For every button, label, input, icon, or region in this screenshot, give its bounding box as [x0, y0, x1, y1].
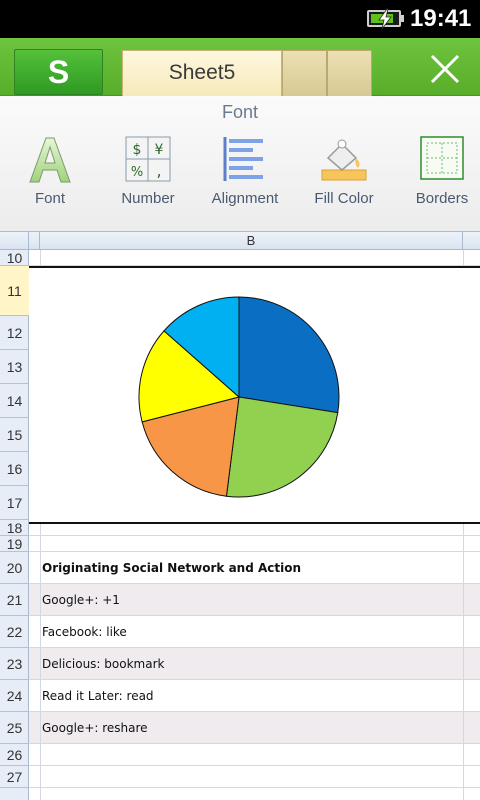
svg-text:,: ,: [156, 161, 161, 180]
table-row[interactable]: Facebook: like: [29, 616, 480, 648]
row-header-10[interactable]: 10: [0, 250, 29, 266]
row-header-27[interactable]: 27: [0, 766, 29, 788]
title-bar: S Sheet5: [0, 38, 480, 96]
row-header-26[interactable]: 26: [0, 744, 29, 766]
borders-tool-button[interactable]: Borders: [394, 134, 480, 218]
tab-sheet-other-1[interactable]: [282, 50, 327, 96]
app-menu-button[interactable]: S: [14, 49, 103, 95]
row-header-18[interactable]: 18: [0, 520, 29, 536]
font-tool-button[interactable]: Font: [2, 134, 98, 218]
row-header-13[interactable]: 13: [0, 350, 29, 384]
pie-slice-1: [238, 296, 340, 414]
select-all-corner[interactable]: [0, 232, 29, 250]
table-cell: Read it Later: read: [42, 689, 154, 703]
charging-bolt-icon: [378, 8, 392, 30]
pie-chart: [138, 296, 340, 498]
row-header-12[interactable]: 12: [0, 316, 29, 350]
number-tool-button[interactable]: $ ¥ % , Number: [100, 134, 196, 218]
alignment-icon: [223, 137, 263, 181]
number-tool-label: Number: [121, 190, 175, 207]
close-icon[interactable]: [425, 49, 465, 89]
column-header-b[interactable]: B: [40, 232, 463, 250]
row-header-20[interactable]: 20: [0, 552, 29, 584]
table-row[interactable]: [29, 766, 480, 788]
row-header-24[interactable]: 24: [0, 680, 29, 712]
row-header-21[interactable]: 21: [0, 584, 29, 616]
borders-tool-label: Borders: [415, 190, 469, 207]
table-row[interactable]: Google+: reshare: [29, 712, 480, 744]
font-tool-label: Font: [34, 190, 65, 207]
tab-sheet-other-2[interactable]: [327, 50, 372, 96]
fill-color-tool-button[interactable]: Fill Color: [296, 134, 392, 218]
table-row[interactable]: Read it Later: read: [29, 680, 480, 712]
borders-icon: [420, 136, 464, 180]
battery-tip: [401, 15, 404, 22]
panel-title: Font: [221, 102, 259, 122]
row-header-11[interactable]: 11: [0, 266, 29, 316]
status-clock: 19:41: [410, 5, 472, 32]
number-format-icon: $ ¥ % ,: [125, 136, 171, 182]
row-header-22[interactable]: 22: [0, 616, 29, 648]
svg-text:¥: ¥: [155, 142, 164, 158]
table-row[interactable]: [29, 744, 480, 766]
table-row[interactable]: Delicious: bookmark: [29, 648, 480, 680]
column-header-a[interactable]: [29, 232, 40, 250]
row-header-16[interactable]: 16: [0, 452, 29, 486]
table-cell: Google+: reshare: [42, 721, 148, 735]
table-cell: Google+: +1: [42, 593, 120, 607]
fill-color-icon: [321, 139, 367, 181]
table-row[interactable]: [29, 250, 480, 266]
fill-color-tool-label: Fill Color: [314, 190, 374, 207]
table-cell: Delicious: bookmark: [42, 657, 165, 671]
alignment-tool-label: Alignment: [211, 190, 279, 207]
spreadsheet-grid[interactable]: B 10 11 12 13 14 15 16 17 18 19 20 21 22 23 24 25 26 27 O…: [0, 232, 480, 800]
tab-sheet5[interactable]: Sheet5: [122, 50, 282, 96]
table-row[interactable]: Originating Social Network and Action: [29, 552, 480, 584]
chart-object[interactable]: [29, 266, 480, 524]
table-row[interactable]: [29, 536, 480, 552]
row-header-14[interactable]: 14: [0, 384, 29, 418]
font-a-icon: [29, 137, 71, 183]
table-row[interactable]: Google+: +1: [29, 584, 480, 616]
row-header-19[interactable]: 19: [0, 536, 29, 552]
row-header-17[interactable]: 17: [0, 486, 29, 520]
svg-text:$: $: [133, 142, 142, 158]
table-header-cell: Originating Social Network and Action: [42, 561, 302, 575]
row-header-25[interactable]: 25: [0, 712, 29, 744]
column-header-row: B: [0, 232, 480, 250]
row-header-23[interactable]: 23: [0, 648, 29, 680]
alignment-tool-button[interactable]: Alignment: [197, 134, 293, 218]
font-panel: Font Font $ ¥ % , Number Alignment Fill …: [0, 96, 480, 232]
row-header-15[interactable]: 15: [0, 418, 29, 452]
table-cell: Facebook: like: [42, 625, 127, 639]
pie-slice-2: [225, 396, 339, 498]
row-header-column: 10 11 12 13 14 15 16 17 18 19 20 21 22 23 24 25 26 27: [0, 250, 29, 800]
svg-text:%: %: [131, 165, 143, 180]
status-bar: 19:41: [0, 0, 480, 38]
